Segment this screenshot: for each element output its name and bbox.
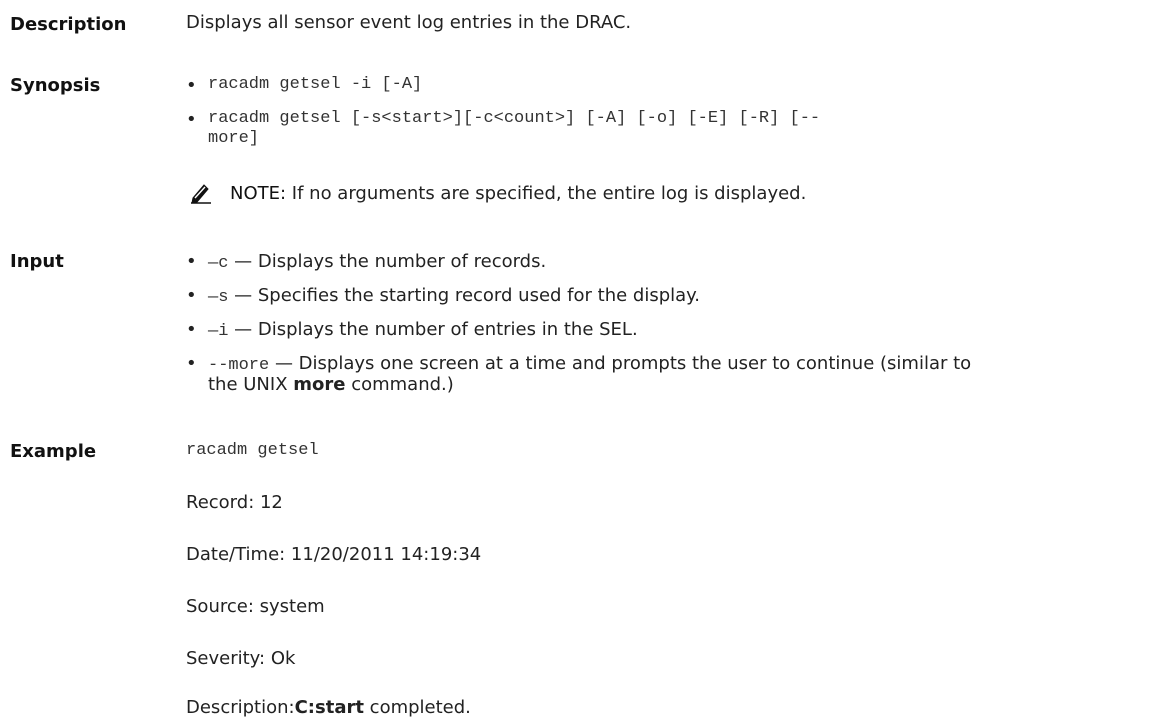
option-description: Specifies the starting record used for t… [257,285,700,306]
option-description-bold: more [293,374,346,395]
example-label: Example [10,441,97,462]
pencil-note-icon [191,184,211,204]
description-label: Description [10,14,127,35]
option-separator: — [228,251,258,272]
bullet-dot: • [186,319,197,340]
synopsis-label: Synopsis [10,75,101,96]
example-description-bold: C:start [294,697,364,718]
option-separator: — [269,353,299,374]
option-code: —c [208,254,229,273]
option-code: --more [208,356,270,375]
synopsis-command-continuation: more] [208,129,260,148]
note: NOTE: If no arguments are specified, the… [230,183,806,204]
bullet-dot: • [186,109,197,130]
bullet-dot: • [186,251,197,272]
input-item-body: —i — Displays the number of entries in t… [208,319,638,341]
input-item-body: —s — Specifies the starting record used … [208,285,700,307]
example-description-post: completed. [363,697,471,718]
synopsis-command: racadm getsel [-s<start>][-c<count>] [-A… [208,109,821,128]
option-separator: — [228,319,258,340]
example-severity: Severity: Ok [186,648,296,669]
bullet-dot: • [186,75,197,96]
bullet-dot: • [186,285,197,306]
input-item-body: --more — Displays one screen at a time a… [208,353,971,375]
option-code: —s [208,288,229,307]
example-command: racadm getsel [186,441,319,460]
option-description-post: command.) [345,374,454,395]
example-description: Description:C:start completed. [186,697,471,718]
note-text: If no arguments are specified, the entir… [286,183,807,204]
option-separator: — [228,285,258,306]
example-record: Record: 12 [186,492,283,513]
input-item-body: —c — Displays the number of records. [208,251,546,273]
note-label: NOTE: [230,183,287,204]
example-source: Source: system [186,596,325,617]
option-code: —i [208,322,229,341]
synopsis-command: racadm getsel -i [-A] [208,75,423,94]
option-description: Displays the number of records. [257,251,547,272]
example-description-pre: Description: [186,697,295,718]
input-item-body-continuation: the UNIX more command.) [208,374,454,395]
bullet-dot: • [186,353,197,374]
option-description: Displays one screen at a time and prompt… [298,353,972,374]
option-description-pre: the UNIX [208,374,294,395]
option-description: Displays the number of entries in the SE… [257,319,638,340]
example-datetime: Date/Time: 11/20/2011 14:19:34 [186,544,482,565]
description-text: Displays all sensor event log entries in… [186,12,632,33]
input-label: Input [10,251,64,272]
